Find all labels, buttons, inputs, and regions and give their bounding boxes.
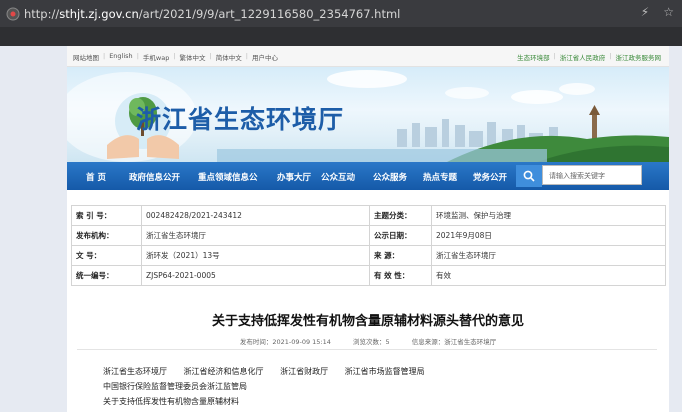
nav-item-home[interactable]: 首 页 [86,171,106,183]
url-text[interactable]: http://sthjt.zj.gov.cn/art/2021/9/9/art_… [24,7,400,21]
meta-value: 环境监测、保护与治理 [431,205,666,226]
link-separator: | [245,52,248,60]
search-button[interactable] [516,165,542,187]
link-separator: | [609,52,612,60]
nav-item-public-service[interactable]: 公众服务 [373,171,407,183]
body-text-line: 关于支持低挥发性有机物含量原辅材料 [103,397,239,406]
nav-item-interaction[interactable]: 公众互动 [321,171,355,183]
top-left-link[interactable]: 网站地图 [73,52,99,62]
link-separator: | [209,52,212,60]
left-margin [0,46,67,412]
meta-value: 浙江省生态环境厅 [141,225,370,246]
search-input[interactable]: 请输入搜索关键字 [542,165,642,185]
publish-info: 发布时间：2021-09-09 15:14 浏览次数：5 信息来源：浙江省生态环… [67,336,669,346]
meta-label: 主题分类： [369,205,432,226]
meta-label: 发布机构： [71,225,142,246]
right-margin [669,46,682,412]
meta-value: 浙环发（2021）13号 [141,245,370,266]
nav-item-key-fields[interactable]: 重点领域信息公 [198,171,258,183]
body-line: 中国银行保险监督管理委员会浙江监管局 [103,379,439,394]
meta-value: 002482428/2021-243412 [141,205,370,226]
top-left-link[interactable]: 繁体中文 [180,52,206,62]
nav-item-gov-info[interactable]: 政府信息公开 [129,171,180,183]
document-meta-table: 索 引 号： 002482428/2021-243412 主题分类： 环境监测、… [71,205,666,286]
meta-label: 文 号： [71,245,142,266]
address-bar[interactable]: http://sthjt.zj.gov.cn/art/2021/9/9/art_… [0,0,682,27]
main-nav: 首 页 政府信息公开 重点领域信息公 办事大厅 公众互动 公众服务 热点专题 党… [67,162,669,190]
link-separator: | [173,52,176,60]
issuer: 浙江省市场监督管理局 [344,367,425,376]
nav-item-hot-topics[interactable]: 热点专题 [423,171,457,183]
link-separator: | [103,52,106,60]
favorite-icon[interactable]: ☆ [663,5,674,19]
nav-item-service-hall[interactable]: 办事大厅 [277,171,311,183]
top-right-link[interactable]: 浙江省人民政府 [560,52,606,62]
browser-chrome: http://sthjt.zj.gov.cn/art/2021/9/9/art_… [0,0,682,46]
issuer: 浙江省生态环境厅 [103,367,167,376]
issuer: 中国银行保险监督管理委员会浙江监管局 [103,382,247,391]
body-line: 浙江省生态环境厅 浙江省经济和信息化厅 浙江省财政厅 浙江省市场监督管理局 [103,364,439,379]
meta-row: 索 引 号： 002482428/2021-243412 主题分类： 环境监测、… [71,205,666,226]
meta-label: 有 效 性： [369,265,432,286]
divider [77,349,657,350]
top-right-link[interactable]: 生态环境部 [517,52,550,62]
body-line: 关于支持低挥发性有机物含量原辅材料 [103,394,439,409]
meta-row: 统一编号： ZJSP64-2021-0005 有 效 性： 有效 [71,265,666,286]
top-links-bar: 网站地图 | English | 手机wap | 繁体中文 | 简体中文 | 用户中心 生态环境部 |… [67,46,669,67]
meta-label: 公示日期： [369,225,432,246]
issuer: 浙江省经济和信息化厅 [183,367,264,376]
site-security-icon[interactable] [6,7,20,21]
meta-label: 来 源： [369,245,432,266]
document-title: 关于支持低挥发性有机物含量原辅材料源头替代的意见 [211,314,524,329]
view-count: 浏览次数：5 [352,338,390,346]
search-icon [523,170,535,182]
meta-value: 2021年9月08日 [431,225,666,246]
site-title: 浙江省生态环境厅 [136,105,345,134]
meta-value: ZJSP64-2021-0005 [141,265,370,286]
translate-icon[interactable]: ⚡ [641,5,649,19]
site-banner: 浙江省生态环境厅 [67,67,669,162]
top-left-link[interactable]: English [109,52,132,62]
meta-value: 有效 [431,265,666,286]
top-right-link[interactable]: 浙江政务服务网 [616,52,662,62]
meta-row: 文 号： 浙环发（2021）13号 来 源： 浙江省生态环境厅 [71,245,666,266]
publish-time: 发布时间：2021-09-09 15:14 [239,338,331,346]
top-left-link[interactable]: 简体中文 [216,52,242,62]
info-source: 信息来源：浙江省生态环境厅 [411,338,497,346]
meta-label: 索 引 号： [71,205,142,226]
meta-value: 浙江省生态环境厅 [431,245,666,266]
meta-label: 统一编号： [71,265,142,286]
document-body: 浙江省生态环境厅 浙江省经济和信息化厅 浙江省财政厅 浙江省市场监督管理局 中国… [103,364,439,409]
meta-row: 发布机构： 浙江省生态环境厅 公示日期： 2021年9月08日 [71,225,666,246]
issuer: 浙江省财政厅 [280,367,329,376]
top-left-link[interactable]: 手机wap [143,52,169,62]
nav-item-party-affairs[interactable]: 党务公开 [473,171,507,183]
top-left-link[interactable]: 用户中心 [252,52,278,62]
link-separator: | [553,52,556,60]
web-page: 网站地图 | English | 手机wap | 繁体中文 | 简体中文 | 用户中心 生态环境部 |… [67,46,669,412]
link-separator: | [136,52,139,60]
